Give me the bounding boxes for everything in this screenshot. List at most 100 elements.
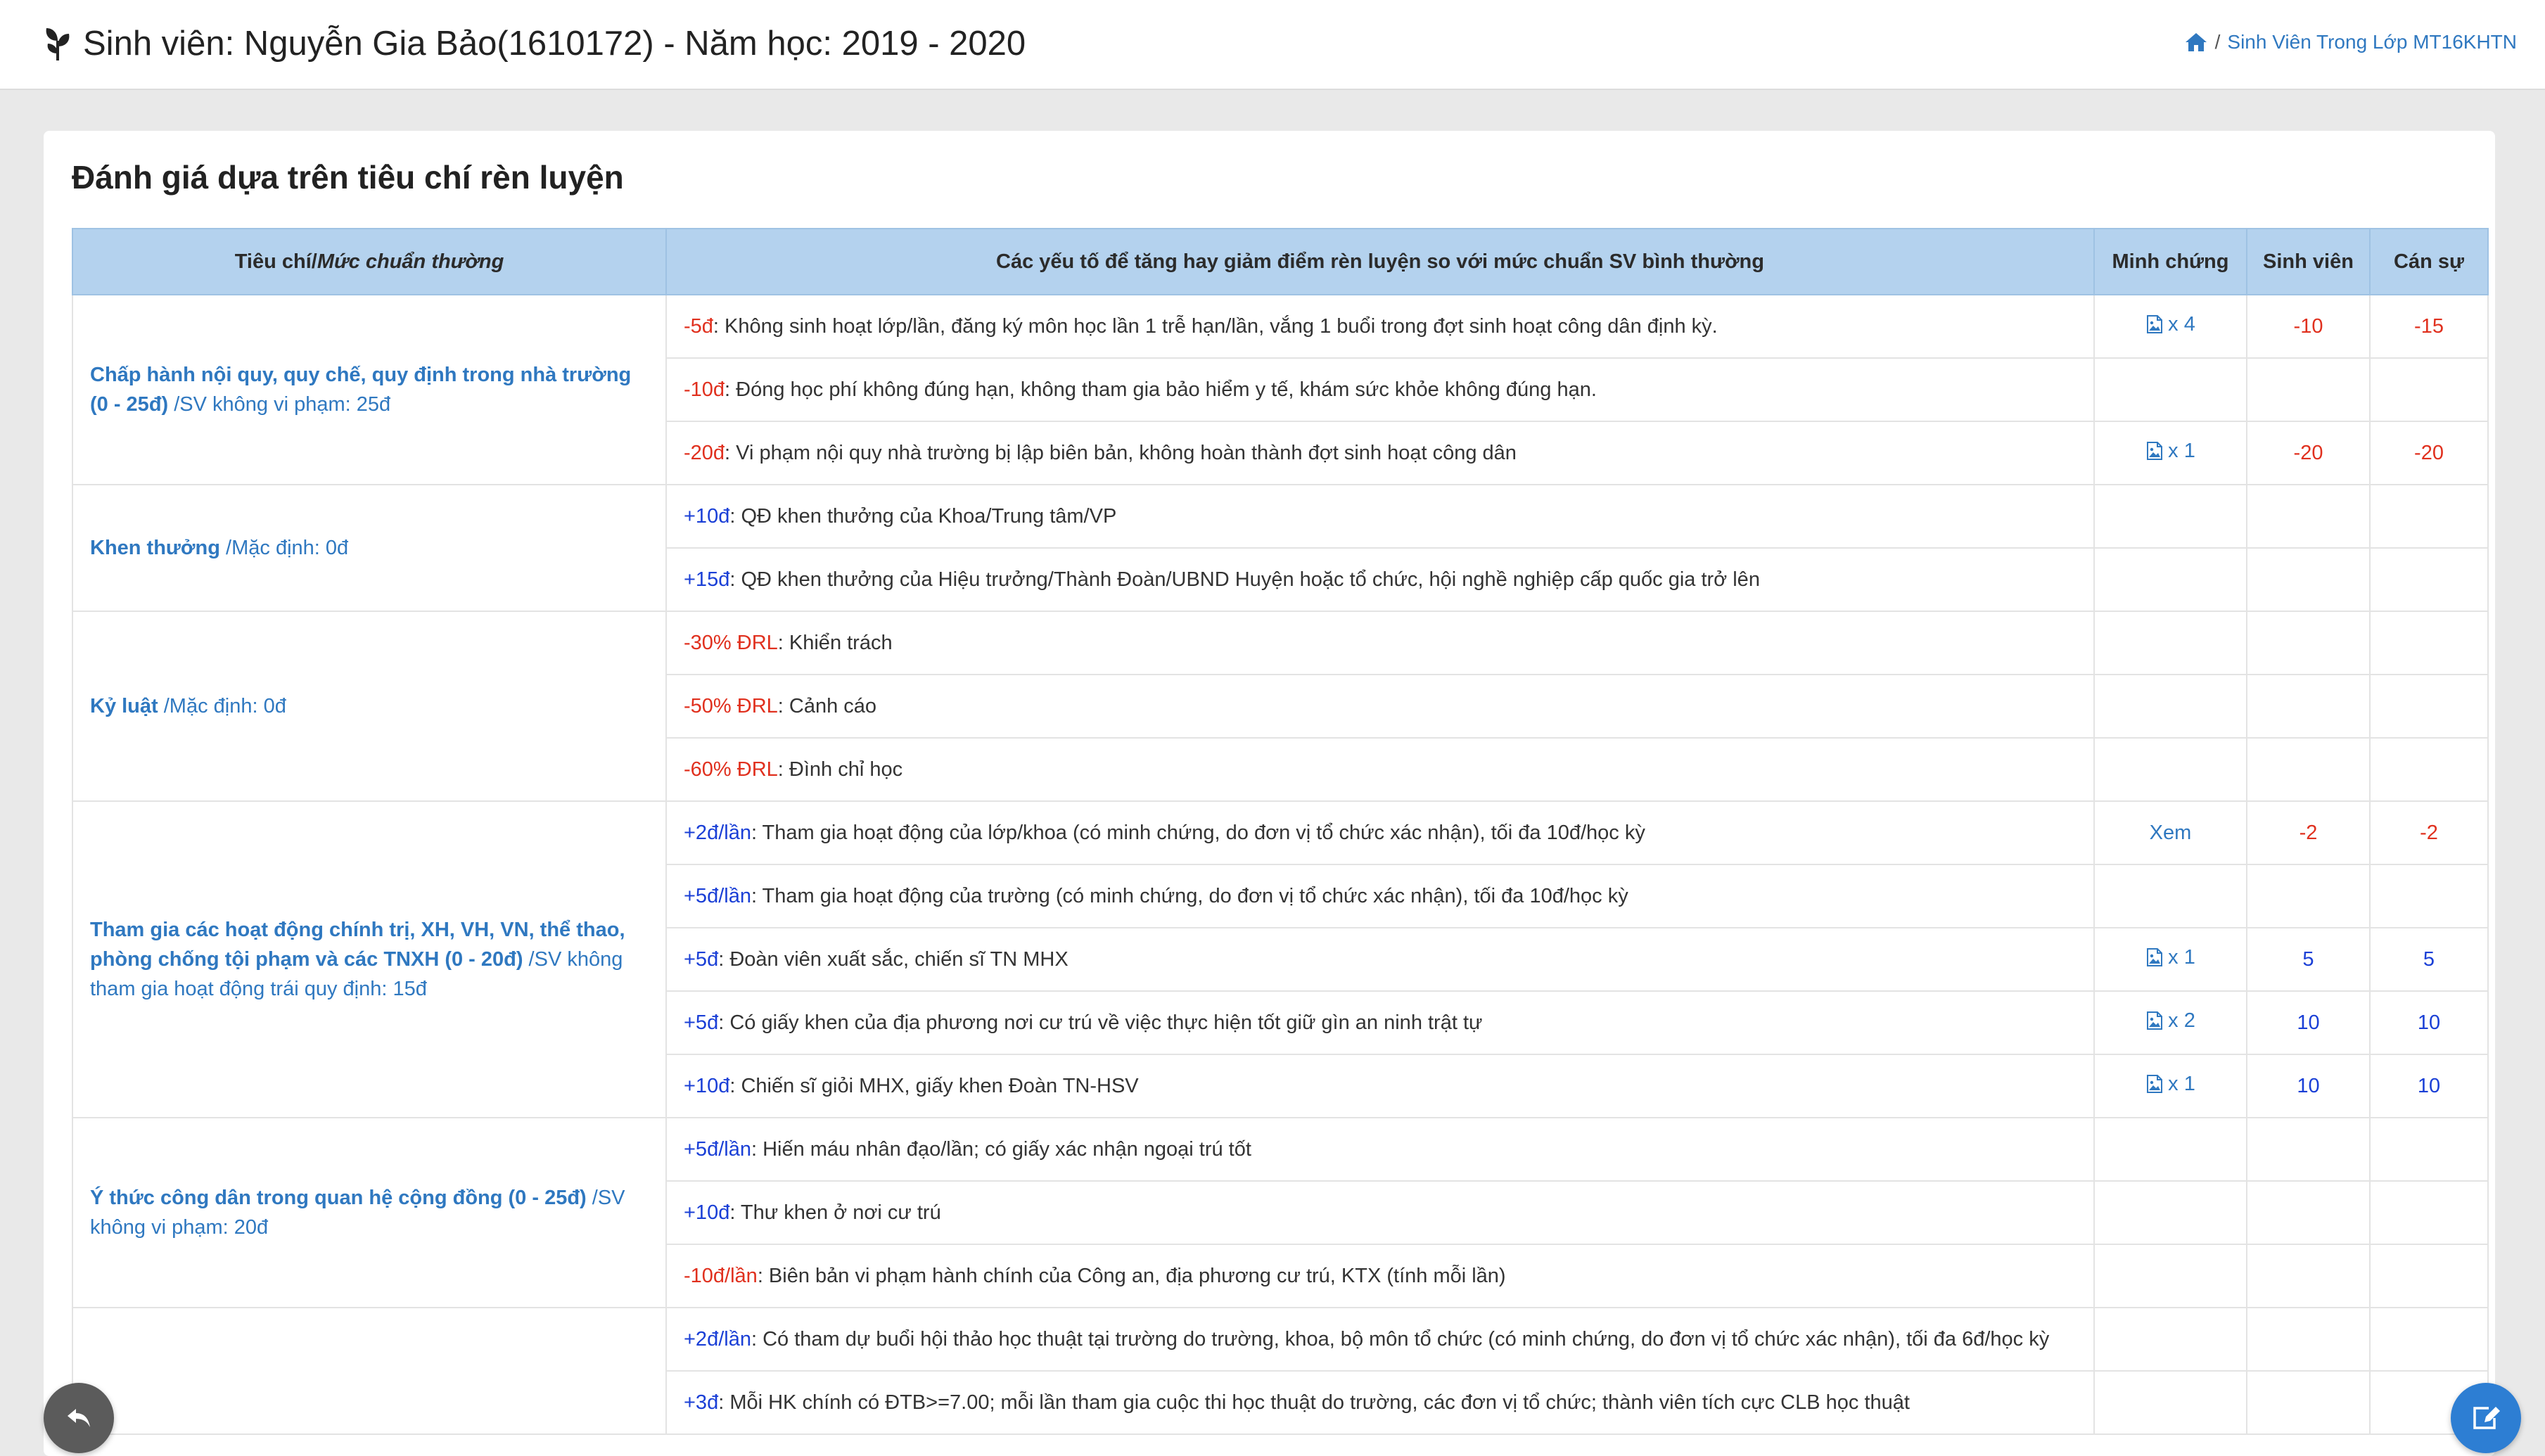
factor-cell: -60% ĐRL: Đình chỉ học (665, 737, 2095, 802)
breadcrumb-separator: / (2214, 31, 2221, 53)
breadcrumb-link-class[interactable]: Sinh Viên Trong Lớp MT16KHTN (2227, 27, 2517, 58)
officer-score (2369, 547, 2489, 612)
student-score (2246, 1370, 2371, 1435)
factor-text: : Chiến sĩ giỏi MHX, giấy khen Đoàn TN-H… (729, 1074, 1139, 1097)
header-criteria: Tiêu chí/Mức chuẩn thường (72, 228, 667, 295)
reply-icon (68, 1409, 90, 1427)
table-row: Ý thức công dân trong quan hệ cộng đồng … (72, 1117, 2489, 1308)
evidence-link[interactable]: x 2 (2145, 1009, 2195, 1033)
factor-text: : Không sinh hoạt lớp/lần, đăng ký môn h… (713, 314, 1718, 338)
officer-score (2369, 357, 2489, 422)
officer-score (2369, 1307, 2489, 1372)
evidence-link[interactable]: x 4 (2145, 313, 2195, 336)
factor-points: +15đ (684, 568, 730, 591)
factor-text: : Biên bản vi phạm hành chính của Công a… (757, 1264, 1506, 1287)
factor-cell: +5đ/lần: Tham gia hoạt động của trường (… (665, 864, 2095, 928)
evidence-cell: x 2 (2093, 990, 2247, 1055)
factor-points: +2đ/lần (684, 1327, 751, 1350)
factor-cell: +3đ: Mỗi HK chính có ĐTB>=7.00; mỗi lần … (665, 1370, 2095, 1435)
officer-score (2369, 484, 2489, 549)
evidence-cell: x 1 (2093, 1054, 2247, 1118)
factor-text: : Đình chỉ học (777, 758, 903, 781)
breadcrumb: / Sinh Viên Trong Lớp MT16KHTN (2184, 27, 2517, 58)
evidence-cell (2093, 1180, 2247, 1245)
evidence-cell (2093, 674, 2247, 739)
criteria-note: /Mặc định: 0đ (158, 695, 286, 717)
header-factors: Các yếu tố để tăng hay giảm điểm rèn luy… (665, 228, 2095, 295)
evidence-link[interactable]: x 1 (2145, 946, 2195, 969)
factor-text: : Có giấy khen của địa phương nơi cư trú… (718, 1011, 1483, 1034)
evidence-count: x 4 (2168, 312, 2195, 336)
student-score (2246, 357, 2371, 422)
criteria-note: /SV không vi phạm: 25đ (168, 393, 391, 416)
factor-cell: +10đ: QĐ khen thưởng của Khoa/Trung tâm/… (665, 484, 2095, 549)
image-file-icon (2147, 1075, 2163, 1094)
back-button[interactable] (44, 1383, 114, 1453)
table-row: Khen thưởng /Mặc định: 0đ +10đ: QĐ khen t… (72, 484, 2489, 612)
evidence-view-link[interactable]: Xem (2150, 822, 2192, 845)
factor-cell: +15đ: QĐ khen thưởng của Hiệu trưởng/Thà… (665, 547, 2095, 612)
factor-text: : QĐ khen thưởng của Khoa/Trung tâm/VP (729, 504, 1117, 528)
factor-cell: +10đ: Thư khen ở nơi cư trú (665, 1180, 2095, 1245)
student-score (2246, 1244, 2371, 1308)
factor-points: +10đ (684, 504, 730, 528)
criteria-cell (72, 1307, 667, 1435)
factor-cell: -10đ/lần: Biên bản vi phạm hành chính củ… (665, 1244, 2095, 1308)
table-row: +2đ/lần: Có tham dự buổi hội thảo học th… (72, 1307, 2489, 1435)
evidence-cell: Xem (2093, 800, 2247, 865)
factor-points: -50% ĐRL (684, 694, 778, 717)
header-officer: Cán sự (2369, 228, 2489, 295)
evidence-cell (2093, 1370, 2247, 1435)
criteria-cell: Chấp hành nội quy, quy chế, quy định tro… (72, 294, 667, 485)
factor-cell: -30% ĐRL: Khiển trách (665, 611, 2095, 675)
factor-points: -10đ/lần (684, 1264, 758, 1287)
student-score: -10 (2246, 294, 2371, 359)
officer-score: 5 (2369, 927, 2489, 992)
evidence-cell (2093, 611, 2247, 675)
officer-score: 10 (2369, 1054, 2489, 1118)
factor-points: +2đ/lần (684, 821, 751, 844)
image-file-icon (2147, 442, 2163, 461)
factor-cell: +2đ/lần: Tham gia hoạt động của lớp/khoa… (665, 800, 2095, 865)
factor-points: -30% ĐRL (684, 631, 778, 654)
page-title-text: Sinh viên: Nguyễn Gia Bảo(1610172) - Năm… (83, 25, 1026, 63)
table-header-row: Tiêu chí/Mức chuẩn thường Các yếu tố để … (72, 228, 2489, 295)
evidence-cell (2093, 737, 2247, 802)
criteria-cell: Tham gia các hoạt động chính trị, XH, VH… (72, 800, 667, 1118)
factor-points: +5đ/lần (684, 884, 751, 907)
header-student: Sinh viên (2246, 228, 2371, 295)
evidence-link[interactable]: x 1 (2145, 1073, 2195, 1096)
evidence-link[interactable]: x 1 (2145, 440, 2195, 463)
home-icon[interactable] (2184, 32, 2208, 53)
student-score (2246, 674, 2371, 739)
factor-points: +10đ (684, 1201, 730, 1224)
student-score (2246, 547, 2371, 612)
evidence-cell (2093, 1307, 2247, 1372)
evidence-cell (2093, 484, 2247, 549)
table-row: Kỷ luật /Mặc định: 0đ -30% ĐRL: Khiển trá… (72, 611, 2489, 802)
table-row: Chấp hành nội quy, quy chế, quy định tro… (72, 294, 2489, 485)
student-score: -20 (2246, 421, 2371, 485)
criteria-note: /Mặc định: 0đ (219, 537, 349, 559)
edit-icon (2473, 1407, 2500, 1429)
officer-score (2369, 1180, 2489, 1245)
evidence-cell: x 1 (2093, 421, 2247, 485)
student-score (2246, 864, 2371, 928)
evidence-cell (2093, 547, 2247, 612)
factor-text: : Thư khen ở nơi cư trú (729, 1201, 941, 1224)
evidence-count: x 2 (2168, 1009, 2195, 1032)
factor-text: : Tham gia hoạt động của lớp/khoa (có mi… (751, 821, 1645, 844)
factor-text: : Đóng học phí không đúng hạn, không tha… (725, 378, 1597, 401)
evidence-cell (2093, 864, 2247, 928)
criteria-title: Ý thức công dân trong quan hệ cộng đồng … (90, 1187, 587, 1209)
image-file-icon (2147, 948, 2163, 967)
factor-points: +5đ (684, 1011, 719, 1034)
image-file-icon (2147, 1011, 2163, 1030)
edit-button[interactable] (2451, 1383, 2521, 1453)
student-score (2246, 1307, 2371, 1372)
officer-score: -2 (2369, 800, 2489, 865)
header-criteria-label: Tiêu chí/ (234, 250, 317, 273)
officer-score (2369, 864, 2489, 928)
evidence-count: x 1 (2168, 439, 2195, 462)
officer-score (2369, 611, 2489, 675)
